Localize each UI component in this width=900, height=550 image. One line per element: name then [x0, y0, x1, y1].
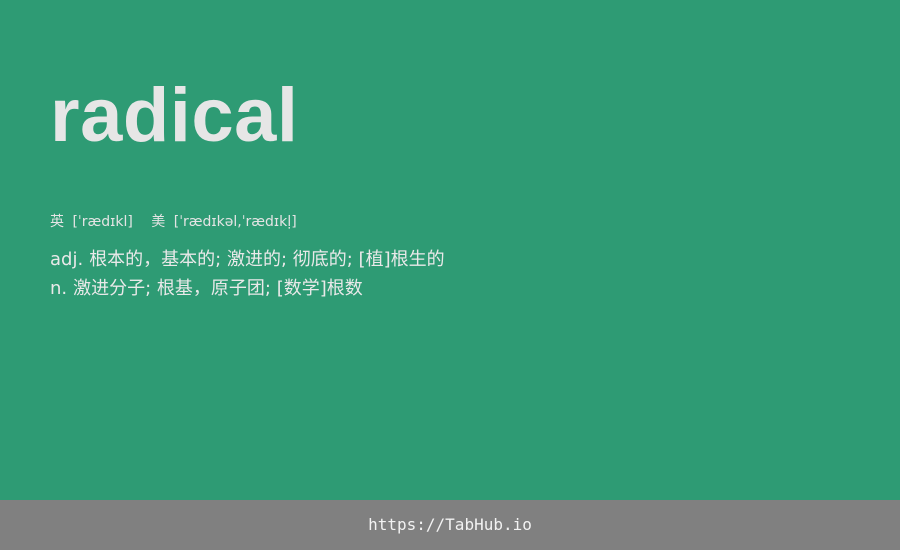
headword: radical — [50, 73, 299, 158]
part-of-speech: n. — [50, 278, 68, 299]
us-phonetic: 美 [ˈrædɪkəl,ˈrædɪkḷ] — [151, 212, 296, 232]
phonetics-row: 英 [ˈrædɪkl] 美 [ˈrædɪkəl,ˈrædɪkḷ] — [50, 212, 311, 232]
us-phonetic-label: 美 — [151, 214, 166, 230]
definitions-list: adj. 根本的，基本的; 激进的; 彻底的; [植]根生的 n. 激进分子; 根基… — [50, 245, 445, 303]
tabhub-link[interactable]: https://TabHub.io — [368, 514, 532, 536]
us-phonetic-ipa: [ˈrædɪkəl,ˈrædɪkḷ] — [173, 214, 297, 230]
uk-phonetic-label: 英 — [50, 214, 64, 230]
part-of-speech: adj. — [50, 249, 84, 270]
definition-text: 根本的，基本的; 激进的; 彻底的; [植]根生的 — [89, 249, 445, 270]
definition-noun: n. 激进分子; 根基，原子团; [数学]根数 — [50, 274, 445, 303]
uk-phonetic-ipa: [ˈrædɪkl] — [72, 214, 133, 230]
definition-adj: adj. 根本的，基本的; 激进的; 彻底的; [植]根生的 — [50, 245, 445, 274]
dictionary-card: radical 英 [ˈrædɪkl] 美 [ˈrædɪkəl,ˈrædɪkḷ]… — [0, 0, 900, 500]
footer-bar: https://TabHub.io — [0, 500, 900, 550]
definition-text: 激进分子; 根基，原子团; [数学]根数 — [73, 278, 363, 299]
uk-phonetic: 英 [ˈrædɪkl] — [50, 212, 133, 232]
